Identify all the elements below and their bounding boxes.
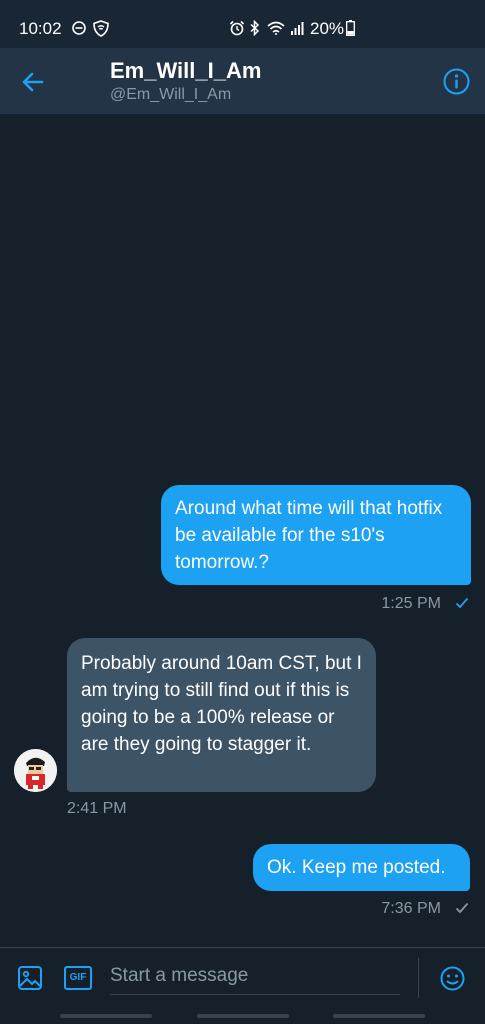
- do-not-disturb-icon: [72, 21, 86, 35]
- nav-recents-handle[interactable]: [60, 1014, 152, 1018]
- signal-icon: [291, 22, 304, 35]
- nav-back-handle[interactable]: [333, 1014, 425, 1018]
- message-timestamp: 7:36 PM: [381, 900, 441, 917]
- sent-check-icon: [455, 902, 469, 914]
- avatar[interactable]: [14, 749, 57, 792]
- back-arrow-icon[interactable]: [20, 69, 46, 95]
- conversation-handle: @Em_Will_I_Am: [110, 86, 232, 103]
- emoji-icon[interactable]: [440, 966, 465, 991]
- gif-button[interactable]: GIF: [64, 966, 92, 990]
- image-icon[interactable]: [17, 965, 43, 991]
- battery-percentage: 20%: [310, 19, 345, 38]
- alarm-icon: [229, 20, 245, 36]
- status-bar: 10:02 20%: [0, 0, 485, 48]
- nav-home-handle[interactable]: [197, 1014, 289, 1018]
- conversation-name[interactable]: Em_Will_I_Am: [110, 58, 261, 84]
- avatar-character-icon: [14, 749, 57, 792]
- composer-divider: [418, 958, 419, 998]
- message-input[interactable]: [110, 958, 400, 995]
- incoming-message[interactable]: Probably around 10am CST, but I am tryin…: [67, 638, 376, 792]
- message-timestamp: 1:25 PM: [381, 595, 441, 612]
- info-icon[interactable]: [443, 68, 470, 95]
- outgoing-message[interactable]: Around what time will that hotfix be ava…: [161, 485, 471, 585]
- system-nav-bar: [0, 1008, 485, 1024]
- status-time: 10:02: [19, 19, 62, 38]
- outgoing-message[interactable]: Ok. Keep me posted.: [253, 844, 470, 891]
- message-composer: GIF: [0, 947, 485, 1008]
- wifi-icon: [267, 21, 285, 35]
- shield-icon: [93, 20, 109, 37]
- bluetooth-icon: [250, 20, 260, 36]
- conversation-header: Em_Will_I_Am @Em_Will_I_Am: [0, 48, 485, 114]
- battery-icon: [346, 20, 355, 36]
- sent-check-icon: [455, 597, 469, 609]
- message-timestamp: 2:41 PM: [67, 800, 127, 817]
